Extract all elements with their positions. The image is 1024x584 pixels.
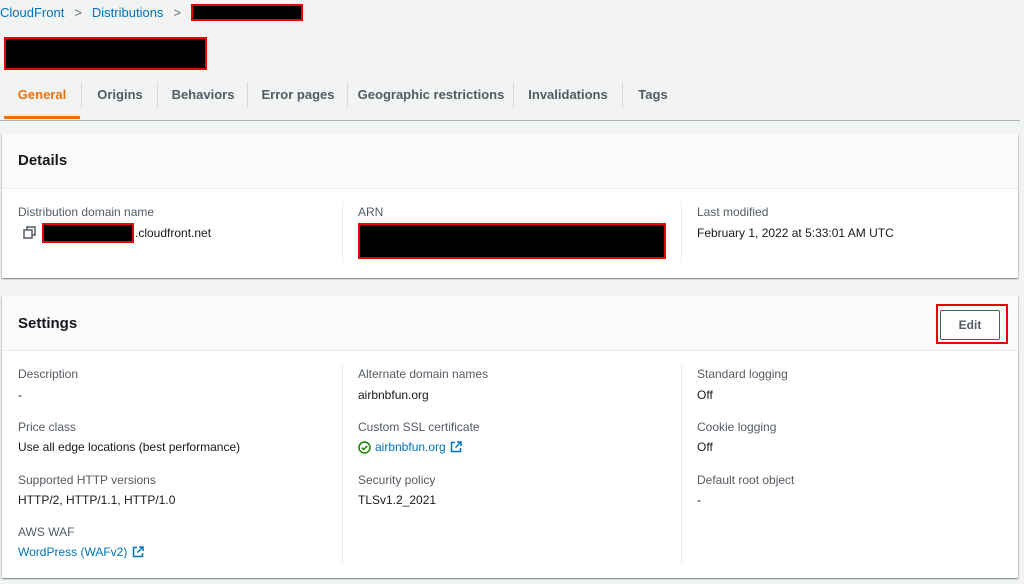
column-divider [681, 202, 682, 262]
domain-name-label: Distribution domain name [18, 205, 155, 219]
last-modified-label: Last modified [697, 205, 769, 219]
chevron-right-icon: > [74, 5, 82, 20]
security-policy-value: TLSv1.2_2021 [358, 493, 437, 507]
details-title: Details [18, 152, 68, 169]
last-modified-value: February 1, 2022 at 5:33:01 AM UTC [697, 226, 894, 240]
edit-button[interactable]: Edit [940, 310, 1000, 340]
tab-tags[interactable]: Tags [625, 78, 681, 118]
tab-divider [513, 82, 514, 108]
aws-waf-link[interactable]: WordPress (WAFv2) [18, 545, 127, 559]
tab-divider [622, 82, 623, 108]
external-link-icon[interactable] [450, 441, 462, 453]
ssl-certificate-label: Custom SSL certificate [358, 420, 480, 434]
http-versions-label: Supported HTTP versions [18, 473, 156, 487]
tab-divider [347, 82, 348, 108]
column-divider [681, 364, 682, 564]
details-panel: Details Distribution domain name .cloudf… [2, 134, 1018, 278]
settings-header: Settings Edit [2, 296, 1018, 351]
ssl-certificate-group: airbnbfun.org [358, 440, 462, 454]
check-circle-icon [358, 440, 371, 454]
copy-icon[interactable] [23, 226, 36, 239]
tab-origins[interactable]: Origins [84, 78, 156, 118]
breadcrumb: CloudFront > Distributions > [0, 4, 304, 21]
tab-behaviors[interactable]: Behaviors [160, 78, 246, 118]
column-divider [342, 364, 343, 564]
standard-logging-value: Off [697, 388, 713, 402]
details-header: Details [2, 134, 1018, 189]
price-class-value: Use all edge locations (best performance… [18, 440, 241, 454]
breadcrumb-distributions-link[interactable]: Distributions [92, 5, 164, 20]
tab-divider [81, 82, 82, 108]
settings-title: Settings [18, 315, 78, 332]
description-label: Description [18, 367, 79, 381]
breadcrumb-distribution-id-redacted [191, 4, 304, 21]
default-root-object-label: Default root object [697, 473, 795, 487]
price-class-label: Price class [18, 420, 77, 434]
aws-waf-label: AWS WAF [18, 525, 75, 539]
alternate-domain-names-value: airbnbfun.org [358, 388, 429, 402]
aws-waf-link-group: WordPress (WAFv2) [18, 545, 145, 559]
ssl-certificate-link[interactable]: airbnbfun.org [375, 440, 446, 454]
http-versions-value: HTTP/2, HTTP/1.1, HTTP/1.0 [18, 493, 176, 507]
column-divider [342, 202, 343, 262]
domain-name-suffix: .cloudfront.net [135, 226, 212, 240]
tab-general[interactable]: General [4, 78, 80, 119]
alternate-domain-names-label: Alternate domain names [358, 367, 489, 381]
external-link-icon[interactable] [132, 546, 145, 558]
domain-name-prefix-redacted [42, 223, 134, 243]
security-policy-label: Security policy [358, 473, 436, 487]
tab-bar: General Origins Behaviors Error pages Ge… [0, 78, 1020, 121]
tab-divider [247, 82, 248, 108]
description-value: - [18, 388, 22, 402]
default-root-object-value: - [697, 493, 701, 507]
cookie-logging-value: Off [697, 440, 713, 454]
chevron-right-icon: > [173, 5, 182, 20]
settings-panel: Settings Edit Description - Price class … [2, 296, 1018, 578]
cookie-logging-label: Cookie logging [697, 420, 777, 434]
page-title-redacted [4, 37, 207, 70]
standard-logging-label: Standard logging [697, 367, 788, 381]
arn-label: ARN [358, 205, 384, 219]
tab-divider [157, 82, 158, 108]
arn-value-redacted [358, 223, 666, 259]
tab-invalidations[interactable]: Invalidations [516, 78, 620, 118]
breadcrumb-cloudfront-link[interactable]: CloudFront [0, 5, 64, 20]
tab-geographic-restrictions[interactable]: Geographic restrictions [350, 78, 512, 118]
tab-error-pages[interactable]: Error pages [250, 78, 346, 118]
